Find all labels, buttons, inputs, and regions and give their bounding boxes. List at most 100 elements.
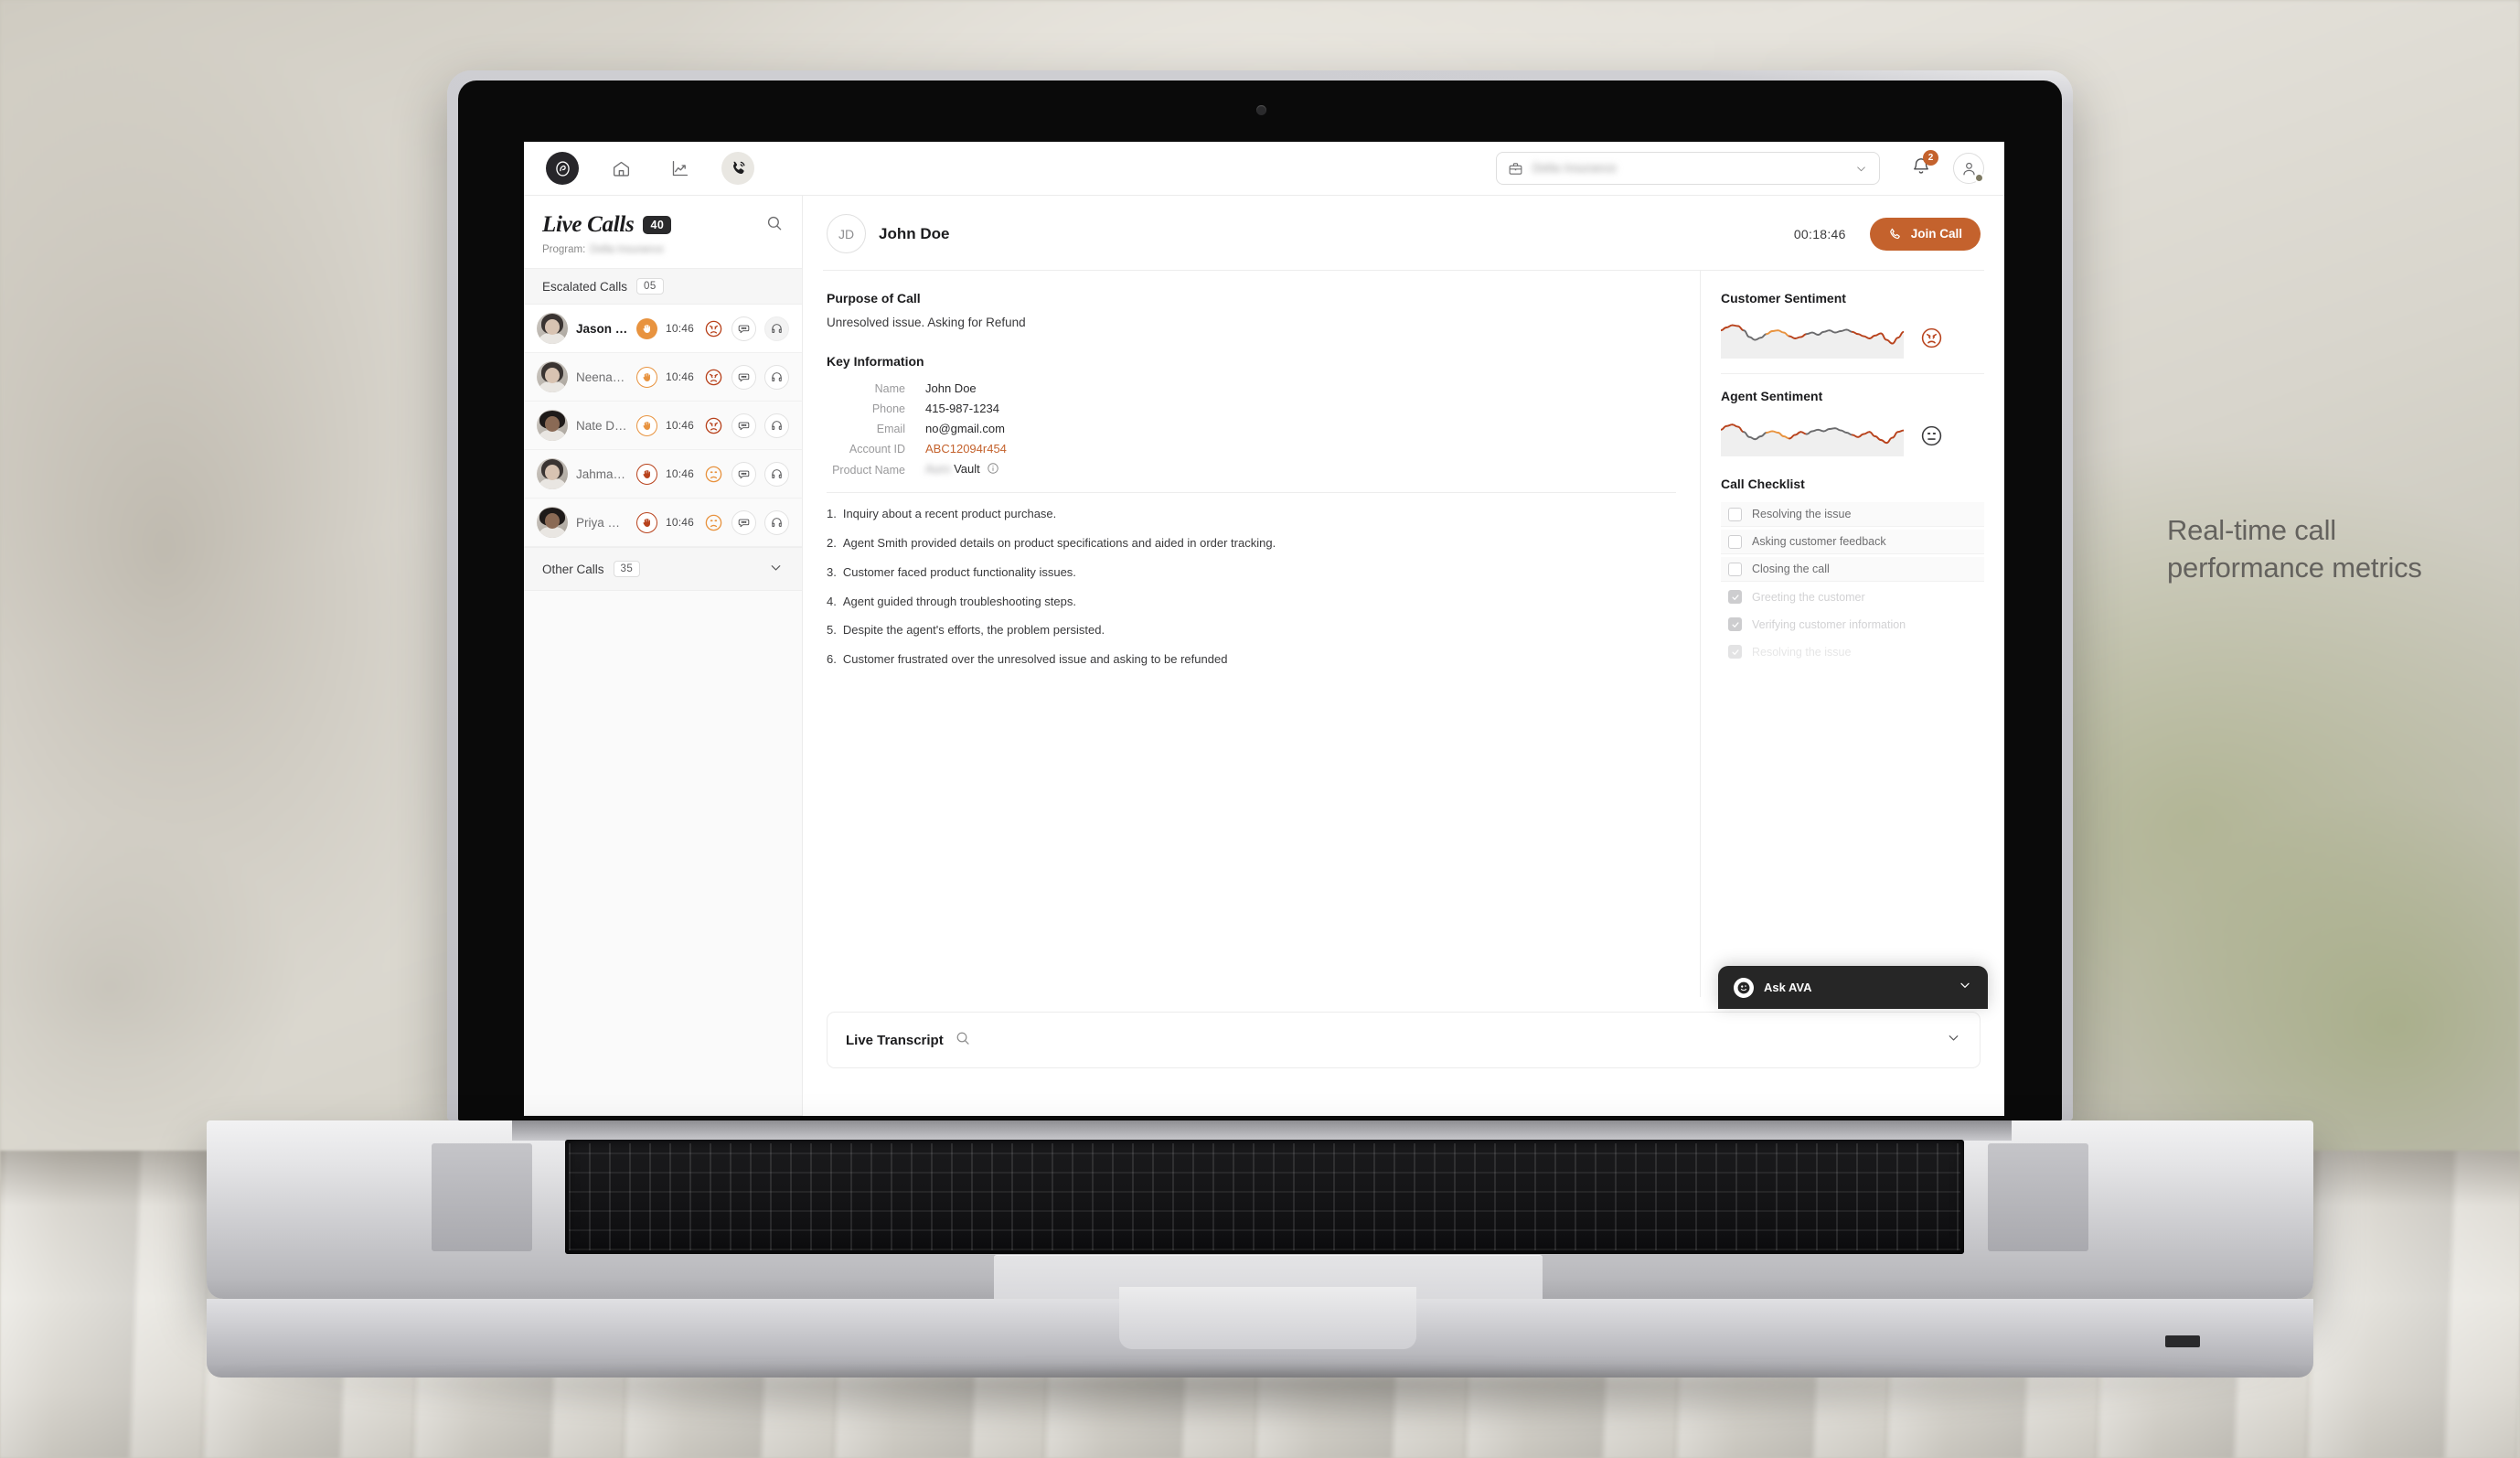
checkbox[interactable] bbox=[1728, 507, 1742, 521]
note-number: 4. bbox=[827, 594, 837, 608]
headphones-icon bbox=[772, 323, 782, 333]
laptop-mockup: Delta Insurance 2 Live Calls 40 Program:… bbox=[0, 0, 2520, 1458]
headphones-icon bbox=[772, 468, 782, 478]
sidebar-program-line: Program: Delta Insurance bbox=[542, 244, 784, 255]
program-selector[interactable]: Delta Insurance bbox=[1496, 152, 1880, 185]
notifications-button[interactable]: 2 bbox=[1911, 149, 1938, 181]
escalated-calls-header[interactable]: Escalated Calls 05 bbox=[524, 268, 802, 305]
chevron-down-icon bbox=[1949, 1035, 1959, 1041]
call-list-item[interactable]: Neenah Dunn 10:46 bbox=[524, 353, 802, 402]
key-info-row: Name John Doe bbox=[827, 381, 1676, 395]
ask-ava-label: Ask AVA bbox=[1764, 981, 1812, 994]
section-divider bbox=[827, 492, 1676, 493]
neutral-face-icon bbox=[1921, 425, 1942, 445]
checklist-item[interactable]: Greeting the customer bbox=[1721, 584, 1984, 609]
call-list-item[interactable]: Priya Subra... 10:46 bbox=[524, 499, 802, 547]
call-detail-panel: JD John Doe 00:18:46 Join Call Purpose o… bbox=[803, 196, 2004, 1116]
key-info-label: Product Name bbox=[832, 463, 905, 477]
listen-in-button[interactable] bbox=[764, 509, 789, 535]
note-number: 5. bbox=[827, 623, 837, 638]
agent-sentiment-chart bbox=[1721, 423, 1904, 456]
ask-ava-expand-button[interactable] bbox=[1958, 978, 1972, 997]
raised-hand-icon bbox=[643, 421, 650, 430]
customer-sentiment-title: Customer Sentiment bbox=[1721, 291, 1846, 306]
purpose-of-call-title: Purpose of Call bbox=[827, 291, 921, 306]
key-info-row: Product Name Auro Vault bbox=[827, 462, 1676, 477]
listen-in-button[interactable] bbox=[764, 364, 789, 390]
nav-item-analytics[interactable] bbox=[663, 152, 696, 185]
caller-avatar bbox=[537, 458, 568, 489]
checklist-item[interactable]: Resolving the issue bbox=[1721, 502, 1984, 527]
headphones-icon bbox=[772, 517, 782, 527]
checkbox[interactable] bbox=[1728, 645, 1742, 659]
purpose-of-call-text: Unresolved issue. Asking for Refund bbox=[827, 316, 1026, 329]
sidebar-search-button[interactable] bbox=[765, 214, 784, 237]
checklist-item[interactable]: Resolving the issue bbox=[1721, 639, 1984, 664]
listen-in-button[interactable] bbox=[764, 461, 789, 487]
other-calls-expand-button[interactable] bbox=[768, 560, 784, 578]
call-list-item[interactable]: Nate Daven... 10:46 bbox=[524, 402, 802, 450]
checklist-label: Verifying customer information bbox=[1752, 617, 1906, 631]
checkbox[interactable] bbox=[1728, 534, 1742, 549]
user-account-button[interactable] bbox=[1953, 153, 1984, 184]
open-chat-button[interactable] bbox=[731, 509, 756, 535]
other-calls-header[interactable]: Other Calls 35 bbox=[524, 547, 802, 591]
sidebar-title: Live Calls bbox=[542, 212, 635, 237]
redacted-text: Auro bbox=[925, 462, 951, 476]
note-text: Customer faced product functionality iss… bbox=[842, 564, 1076, 579]
chevron-down-icon bbox=[1960, 982, 1970, 988]
trending-up-chart-icon bbox=[672, 160, 688, 176]
other-calls-label: Other Calls bbox=[542, 562, 604, 576]
ask-ava-bar[interactable]: Ask AVA bbox=[1718, 966, 1988, 1009]
caller-sentiment-icon bbox=[704, 465, 723, 484]
other-calls-count: 35 bbox=[613, 561, 641, 577]
checkbox[interactable] bbox=[1728, 590, 1742, 604]
transcript-expand-button[interactable] bbox=[1946, 1030, 1961, 1050]
checklist-item[interactable]: Verifying customer information bbox=[1721, 612, 1984, 637]
raised-hand-badge bbox=[635, 317, 657, 339]
agent-sentiment-title: Agent Sentiment bbox=[1721, 389, 1823, 403]
caller-name: Neenah Dunn bbox=[576, 370, 628, 384]
key-info-value: John Doe bbox=[925, 381, 977, 395]
checkbox[interactable] bbox=[1728, 617, 1742, 631]
top-navbar: Delta Insurance 2 bbox=[524, 142, 2004, 196]
call-duration: 00:18:46 bbox=[1793, 226, 1846, 241]
laptop-port bbox=[2165, 1335, 2200, 1347]
checklist-item[interactable]: Closing the call bbox=[1721, 557, 1984, 582]
customer-sentiment-row bbox=[1721, 316, 1984, 359]
open-chat-button[interactable] bbox=[731, 364, 756, 390]
call-list-item[interactable]: Jahmal Attari 10:46 bbox=[524, 450, 802, 499]
call-list-item[interactable]: Jason Welsh 10:46 bbox=[524, 305, 802, 353]
open-chat-button[interactable] bbox=[731, 316, 756, 341]
call-note-item: 2. Agent Smith provided details on produc… bbox=[827, 535, 1676, 552]
live-transcript-bar[interactable]: Live Transcript bbox=[827, 1012, 1981, 1068]
checklist-item[interactable]: Asking customer feedback bbox=[1721, 530, 1984, 554]
search-icon bbox=[956, 1032, 969, 1045]
listen-in-button[interactable] bbox=[764, 413, 789, 438]
angry-face-icon bbox=[705, 320, 722, 337]
join-call-button[interactable]: Join Call bbox=[1869, 217, 1981, 251]
sidebar-header: Live Calls 40 Program: Delta Insurance bbox=[524, 196, 802, 268]
caller-sentiment-icon bbox=[704, 513, 723, 532]
nav-item-home[interactable] bbox=[604, 152, 637, 185]
call-info-column: Purpose of Call Unresolved issue. Asking… bbox=[823, 271, 1701, 997]
call-timestamp: 10:46 bbox=[665, 370, 694, 383]
key-info-value: 415-987-1234 bbox=[925, 402, 999, 415]
key-info-label: Phone bbox=[871, 402, 905, 415]
checkbox[interactable] bbox=[1728, 562, 1742, 576]
call-timestamp: 10:46 bbox=[665, 322, 694, 335]
nav-item-calls[interactable] bbox=[721, 152, 754, 185]
chevron-down-icon bbox=[1857, 166, 1865, 171]
laptop-hinge bbox=[512, 1120, 2012, 1141]
listen-in-button[interactable] bbox=[764, 316, 789, 341]
sentiment-divider bbox=[1721, 373, 1984, 374]
caller-avatar bbox=[537, 410, 568, 441]
open-chat-button[interactable] bbox=[731, 413, 756, 438]
open-chat-button[interactable] bbox=[731, 461, 756, 487]
info-icon[interactable] bbox=[987, 462, 999, 477]
caller-avatar bbox=[537, 313, 568, 344]
ava-logo-icon[interactable] bbox=[546, 152, 579, 185]
transcript-search-button[interactable] bbox=[955, 1030, 971, 1051]
home-icon bbox=[613, 161, 629, 177]
call-timestamp: 10:46 bbox=[665, 516, 694, 529]
